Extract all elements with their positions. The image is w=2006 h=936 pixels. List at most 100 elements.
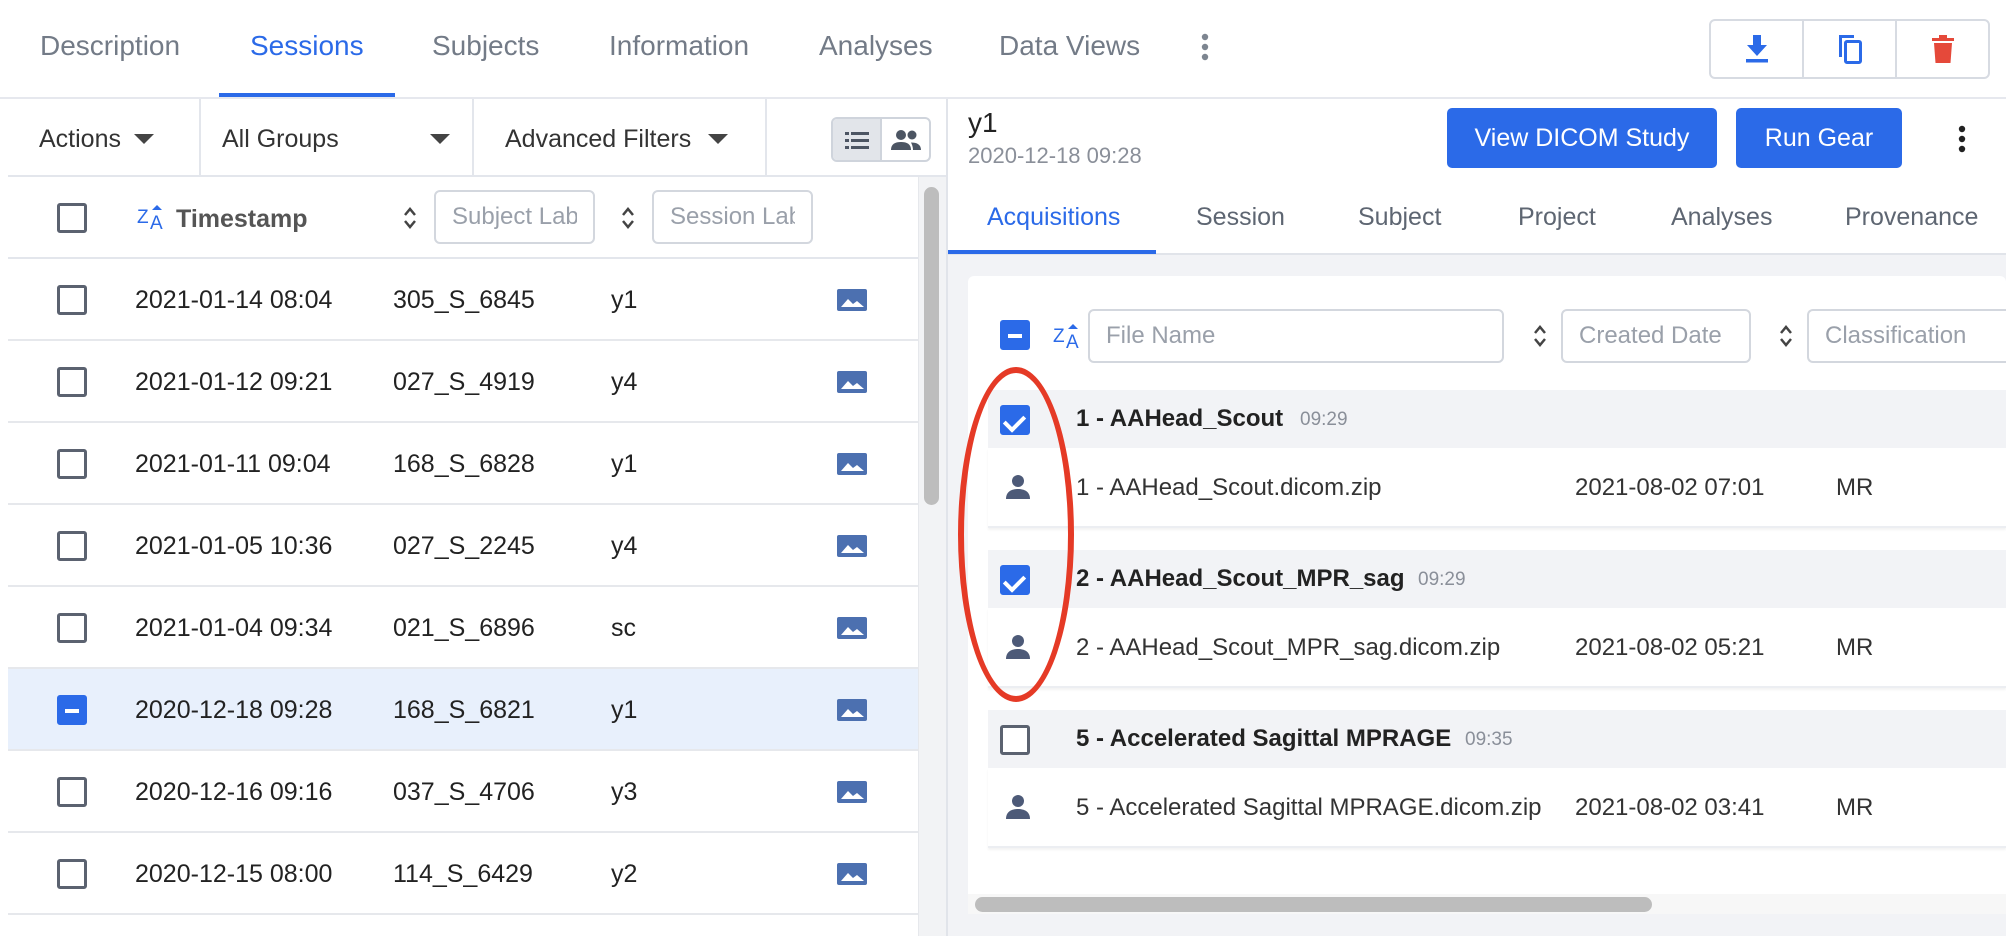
row-checkbox[interactable] xyxy=(57,531,87,561)
created-date-cell: 2021-08-02 07:01 xyxy=(1575,474,1765,501)
table-row[interactable]: 2021-01-05 10:36 027_S_2245 y4 xyxy=(8,505,918,587)
more-vertical-icon[interactable] xyxy=(1200,32,1210,62)
run-gear-button[interactable]: Run Gear xyxy=(1736,108,1902,168)
file-row[interactable]: 5 - Accelerated Sagittal MPRAGE.dicom.zi… xyxy=(988,768,2006,848)
file-row[interactable]: 2 - AAHead_Scout_MPR_sag.dicom.zip 2021-… xyxy=(988,608,2006,688)
select-all-files-checkbox[interactable] xyxy=(1000,320,1030,350)
table-row[interactable]: 2021-01-14 08:04 305_S_6845 y1 xyxy=(8,259,918,341)
tab-subjects[interactable]: Subjects xyxy=(432,30,539,62)
more-vertical-icon[interactable] xyxy=(1957,124,1967,154)
group-label: All Groups xyxy=(222,125,339,153)
classification-cell: MR xyxy=(1836,474,1874,501)
row-checkbox[interactable] xyxy=(57,449,87,479)
tab-provenance[interactable]: Provenance xyxy=(1845,203,1978,232)
advanced-filters-dropdown[interactable]: Advanced Filters xyxy=(474,99,767,177)
image-icon[interactable] xyxy=(837,535,867,557)
list-view-button[interactable] xyxy=(833,119,882,160)
actions-label: Actions xyxy=(39,125,121,153)
image-icon[interactable] xyxy=(837,453,867,475)
sort-arrows-icon[interactable] xyxy=(403,205,417,231)
timestamp-header[interactable]: Timestamp xyxy=(176,205,308,234)
session-cell: sc xyxy=(611,614,636,642)
file-name-cell[interactable]: 2 - AAHead_Scout_MPR_sag.dicom.zip xyxy=(1076,634,1500,662)
row-checkbox[interactable] xyxy=(57,367,87,397)
tab-analyses[interactable]: Analyses xyxy=(1671,203,1772,232)
tab-description[interactable]: Description xyxy=(40,30,180,62)
group-select[interactable]: All Groups xyxy=(201,99,474,177)
row-checkbox[interactable] xyxy=(57,613,87,643)
copy-icon xyxy=(1838,35,1862,64)
row-checkbox[interactable] xyxy=(57,777,87,807)
tab-information[interactable]: Information xyxy=(609,30,749,62)
subject-cell: 027_S_2245 xyxy=(393,532,535,560)
sessions-toolbar: Actions All Groups Advanced Filters xyxy=(8,99,946,177)
image-icon[interactable] xyxy=(837,863,867,885)
timestamp-cell: 2021-01-14 08:04 xyxy=(135,286,333,314)
tab-subject[interactable]: Subject xyxy=(1358,203,1441,232)
acquisition-header[interactable]: 5 - Accelerated Sagittal MPRAGE 09:35 xyxy=(988,710,2006,768)
actions-dropdown[interactable]: Actions xyxy=(8,99,201,177)
svg-text:Z: Z xyxy=(1053,326,1065,347)
image-icon[interactable] xyxy=(837,781,867,803)
delete-button[interactable] xyxy=(1897,21,1988,77)
acquisition-title: 5 - Accelerated Sagittal MPRAGE xyxy=(1076,725,1452,752)
acquisition-title: 2 - AAHead_Scout_MPR_sag xyxy=(1076,565,1405,592)
acquisition-title: 1 - AAHead_Scout xyxy=(1076,405,1284,432)
session-label-filter[interactable] xyxy=(652,190,813,244)
download-icon xyxy=(1745,35,1768,63)
table-row[interactable]: 2020-12-15 08:00 114_S_6429 y2 xyxy=(8,833,918,915)
row-checkbox[interactable] xyxy=(57,859,87,889)
created-date-cell: 2021-08-02 05:21 xyxy=(1575,634,1765,661)
file-name-cell[interactable]: 5 - Accelerated Sagittal MPRAGE.dicom.zi… xyxy=(1076,794,1542,822)
download-button[interactable] xyxy=(1711,21,1804,77)
subject-cell: 027_S_4919 xyxy=(393,368,535,396)
tab-project[interactable]: Project xyxy=(1518,203,1596,232)
session-action-buttons xyxy=(1709,19,1990,79)
horizontal-scrollbar-thumb[interactable] xyxy=(975,897,1652,912)
acquisition-header[interactable]: 2 - AAHead_Scout_MPR_sag 09:29 xyxy=(988,550,2006,608)
subject-label-filter[interactable] xyxy=(434,190,595,244)
acquisition-checkbox[interactable] xyxy=(1000,725,1030,755)
table-row-selected[interactable]: 2020-12-18 09:28 168_S_6821 y1 xyxy=(8,669,918,751)
session-date: 2020-12-18 09:28 xyxy=(968,143,1142,168)
timestamp-cell: 2020-12-18 09:28 xyxy=(135,696,333,724)
sort-arrows-icon[interactable] xyxy=(1779,323,1793,349)
file-name-cell[interactable]: 1 - AAHead_Scout.dicom.zip xyxy=(1076,474,1382,502)
file-name-filter[interactable] xyxy=(1088,309,1504,363)
sort-za-icon[interactable]: Z A xyxy=(1053,322,1083,350)
tab-analyses[interactable]: Analyses xyxy=(819,30,933,62)
group-view-icon xyxy=(890,129,921,150)
tab-session[interactable]: Session xyxy=(1196,203,1285,232)
classification-filter[interactable] xyxy=(1807,309,2006,363)
tab-sessions[interactable]: Sessions xyxy=(250,30,364,62)
classification-cell: MR xyxy=(1836,794,1874,821)
sort-arrows-icon[interactable] xyxy=(1533,323,1547,349)
created-date-filter[interactable] xyxy=(1561,309,1751,363)
image-icon[interactable] xyxy=(837,617,867,639)
image-icon[interactable] xyxy=(837,371,867,393)
table-row[interactable]: 2021-01-11 09:04 168_S_6828 y1 xyxy=(8,423,918,505)
row-checkbox-indeterminate[interactable] xyxy=(57,695,87,725)
file-row[interactable]: 1 - AAHead_Scout.dicom.zip 2021-08-02 07… xyxy=(988,448,2006,528)
select-all-checkbox[interactable] xyxy=(57,203,87,233)
image-icon[interactable] xyxy=(837,699,867,721)
copy-button[interactable] xyxy=(1804,21,1897,77)
tab-acquisitions[interactable]: Acquisitions xyxy=(987,203,1120,232)
sort-za-icon[interactable]: Z A xyxy=(137,203,167,231)
chevron-down-icon xyxy=(708,134,728,144)
image-icon[interactable] xyxy=(837,289,867,311)
row-checkbox[interactable] xyxy=(57,285,87,315)
tab-data-views[interactable]: Data Views xyxy=(999,30,1140,62)
sort-arrows-icon[interactable] xyxy=(621,205,635,231)
chevron-down-icon xyxy=(134,134,154,144)
view-dicom-study-button[interactable]: View DICOM Study xyxy=(1447,108,1717,168)
table-row[interactable]: 2020-12-16 09:16 037_S_4706 y3 xyxy=(8,751,918,833)
annotation-ellipse xyxy=(958,367,1074,702)
scrollbar-thumb[interactable] xyxy=(924,187,939,505)
table-row[interactable]: 2021-01-04 09:34 021_S_6896 sc xyxy=(8,587,918,669)
acquisition-header[interactable]: 1 - AAHead_Scout 09:29 xyxy=(988,390,2006,448)
subject-cell: 168_S_6828 xyxy=(393,450,535,478)
table-row[interactable]: 2021-01-12 09:21 027_S_4919 y4 xyxy=(8,341,918,423)
session-cell: y1 xyxy=(611,286,638,314)
group-view-button[interactable] xyxy=(882,119,929,160)
